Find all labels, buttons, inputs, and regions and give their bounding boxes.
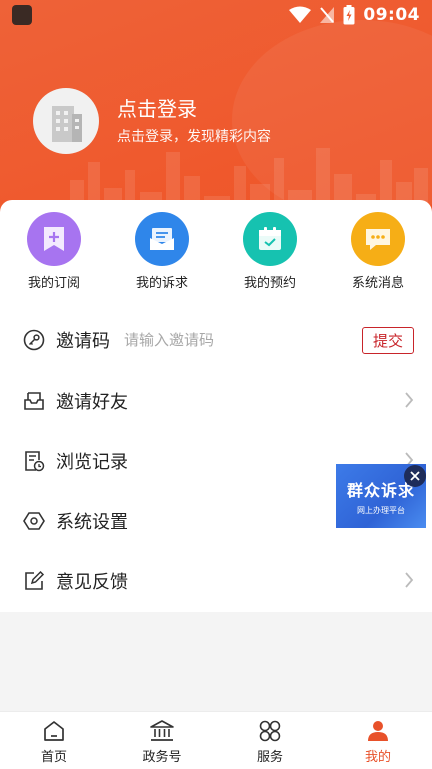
invite-code-label: 邀请码 xyxy=(56,331,110,352)
quick-action-label: 我的预约 xyxy=(243,276,296,291)
tab-label: 我的 xyxy=(364,750,391,765)
no-signal-icon xyxy=(320,7,335,23)
bottom-tab-bar: 首页 政务号 服务 我的 xyxy=(0,711,432,769)
invite-code-input[interactable] xyxy=(124,331,324,349)
battery-icon xyxy=(343,5,355,25)
quick-action-label: 我的诉求 xyxy=(135,276,188,291)
tab-label: 政务号 xyxy=(142,750,182,765)
feedback-edit-icon xyxy=(22,569,46,593)
user-icon xyxy=(368,721,388,741)
status-bar: 09:04 xyxy=(0,0,432,30)
status-time: 09:04 xyxy=(363,5,420,25)
key-icon xyxy=(22,328,46,352)
login-title[interactable]: 点击登录 xyxy=(117,93,197,122)
login-subtitle[interactable]: 点击登录，发现精彩内容 xyxy=(117,126,271,146)
menu-item-feedback[interactable]: 意见反馈 xyxy=(0,553,432,609)
appointments-icon-circle xyxy=(243,212,297,266)
close-icon xyxy=(410,471,420,481)
services-grid-icon xyxy=(259,720,281,742)
menu-item-label: 意见反馈 xyxy=(56,572,128,593)
quick-action-messages[interactable]: 系统消息 xyxy=(324,212,432,291)
quick-action-subscriptions[interactable]: 我的订阅 xyxy=(0,212,108,291)
quick-action-appeals[interactable]: 我的诉求 xyxy=(108,212,216,291)
status-indicators: 09:04 xyxy=(289,5,420,25)
history-icon xyxy=(22,449,46,473)
tab-label: 首页 xyxy=(40,750,67,765)
banner-close-button[interactable] xyxy=(404,465,426,487)
home-icon xyxy=(44,721,64,741)
calendar-icon xyxy=(259,227,281,250)
chevron-right-icon xyxy=(405,572,414,588)
menu-item-invite-friends[interactable]: 邀请好友 xyxy=(0,373,432,429)
banner-subtitle: 网上办理平台 xyxy=(357,505,405,515)
menu-item-label: 系统设置 xyxy=(56,512,128,533)
submit-button[interactable]: 提交 xyxy=(362,327,414,354)
tab-government[interactable]: 政务号 xyxy=(108,712,216,769)
avatar[interactable] xyxy=(33,88,99,154)
tab-services[interactable]: 服务 xyxy=(216,712,324,769)
profile-card: 我的订阅 我的诉求 我的预约 系统消息 邀请码 请输入邀请码 提交 邀请好友 浏… xyxy=(0,200,432,612)
invite-code-row: 邀请码 提交 xyxy=(0,312,432,368)
mail-box-icon xyxy=(150,228,174,250)
subscription-icon-circle xyxy=(27,212,81,266)
settings-icon xyxy=(22,509,46,533)
app-notification-icon xyxy=(12,5,32,25)
inbox-icon xyxy=(22,389,46,413)
tab-mine[interactable]: 我的 xyxy=(324,712,432,769)
wifi-icon xyxy=(289,6,312,23)
appeals-icon-circle xyxy=(135,212,189,266)
quick-action-label: 系统消息 xyxy=(351,276,404,291)
messages-icon-circle xyxy=(351,212,405,266)
building-avatar-icon xyxy=(52,106,82,142)
bookmark-add-icon xyxy=(44,227,64,251)
message-icon xyxy=(366,229,390,250)
tab-home[interactable]: 首页 xyxy=(0,712,108,769)
quick-action-label: 我的订阅 xyxy=(27,276,80,291)
menu-item-label: 浏览记录 xyxy=(56,452,128,473)
government-icon xyxy=(150,720,174,741)
menu-item-label: 邀请好友 xyxy=(56,392,128,413)
quick-action-appointments[interactable]: 我的预约 xyxy=(216,212,324,291)
tab-label: 服务 xyxy=(256,750,283,765)
quick-actions: 我的订阅 我的诉求 我的预约 系统消息 xyxy=(0,200,432,291)
chevron-right-icon xyxy=(405,392,414,408)
